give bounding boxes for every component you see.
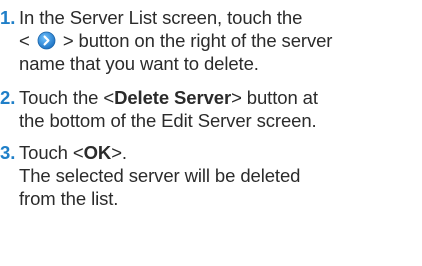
step-1-number: 1. xyxy=(0,7,16,28)
step-1: 1. In the Server List screen, touch the <… xyxy=(0,6,332,75)
step-2-text-line-2: the bottom of the Edit Server screen. xyxy=(19,110,317,131)
step-2-text-before: Touch the < xyxy=(19,87,115,108)
step-1-text-after-icon: > button on the right of the server xyxy=(62,30,333,51)
step-3-text-line-3: from the list. xyxy=(19,188,119,209)
delete-server-label: Delete Server xyxy=(114,87,232,108)
step-2-text-after: > button at xyxy=(231,87,318,108)
step-3-text-line-2: The selected server will be deleted xyxy=(19,165,301,186)
step-3-text-before: Touch < xyxy=(19,142,84,163)
step-3-number: 3. xyxy=(0,142,16,163)
chevron-right-circle-icon xyxy=(37,31,56,50)
step-1-line-2: < > button on the right of the server xyxy=(0,29,332,52)
step-2-line-2: the bottom of the Edit Server screen. xyxy=(0,109,318,132)
step-1-line-1: 1. In the Server List screen, touch the xyxy=(0,6,332,29)
step-3-line-2: The selected server will be deleted xyxy=(0,164,300,187)
ok-label: OK xyxy=(83,142,112,163)
step-3: 3. Touch <OK>. The selected server will b… xyxy=(0,141,300,210)
step-1-line-3: name that you want to delete. xyxy=(0,52,332,75)
step-1-text-line-3: name that you want to delete. xyxy=(19,53,259,74)
step-3-line-1: 3. Touch <OK>. xyxy=(0,141,300,164)
step-3-text-after: >. xyxy=(111,142,127,163)
step-1-text-line-1: In the Server List screen, touch the xyxy=(19,7,303,28)
instruction-steps: 1. In the Server List screen, touch the <… xyxy=(0,0,422,266)
step-2: 2. Touch the <Delete Server> button at th… xyxy=(0,86,318,132)
step-2-line-1: 2. Touch the <Delete Server> button at xyxy=(0,86,318,109)
step-1-text-before-icon: < xyxy=(19,30,30,51)
step-2-number: 2. xyxy=(0,87,16,108)
step-3-line-3: from the list. xyxy=(0,187,300,210)
